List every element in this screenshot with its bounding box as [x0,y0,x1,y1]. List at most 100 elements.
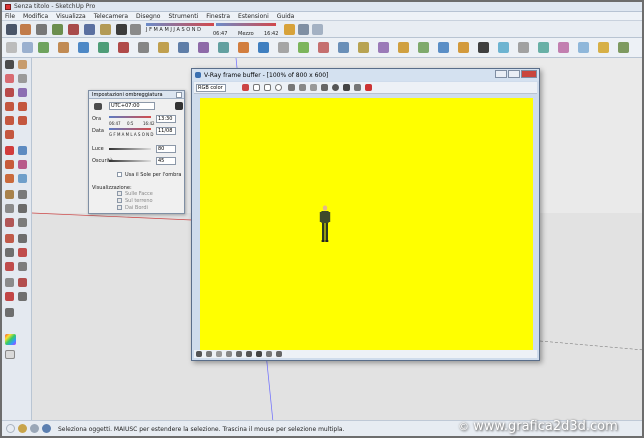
zoom-extents-icon[interactable] [5,262,14,271]
freehand-icon[interactable] [18,88,27,97]
vray-frame-buffer-icon[interactable] [578,42,589,53]
vray-sphere-icon[interactable] [518,42,529,53]
levels-icon[interactable] [216,351,222,357]
move-icon[interactable] [84,24,95,35]
zoom-window-icon[interactable] [18,248,27,257]
top-view-icon[interactable] [78,42,89,53]
pencil-icon[interactable] [36,24,47,35]
track-mouse-icon[interactable] [332,84,339,91]
light-input[interactable]: 80 [156,145,176,153]
pan-icon[interactable] [22,42,33,53]
section-icon[interactable] [298,24,309,35]
vray-material-icon[interactable] [558,42,569,53]
menu-estensioni[interactable]: Estensioni [238,13,269,20]
xray-icon[interactable] [178,42,189,53]
line-tool-icon[interactable] [5,88,14,97]
sandbox-icon[interactable] [5,308,14,317]
time-slider[interactable] [109,116,151,118]
vray-plane-icon[interactable] [538,42,549,53]
copy-image-icon[interactable] [321,84,328,91]
push-pull-tool-icon[interactable] [18,146,27,155]
rectangle-icon[interactable] [52,24,63,35]
wireframe-icon[interactable] [198,42,209,53]
camera-icon[interactable] [312,24,323,35]
make-component-icon[interactable] [18,60,27,69]
follow-me-icon[interactable] [18,160,27,169]
alpha-channel-icon[interactable] [275,84,282,91]
user-icon[interactable] [42,424,51,433]
menu-modifica[interactable]: Modifica [23,13,48,20]
clear-image-icon[interactable] [310,84,317,91]
exposure-icon[interactable] [256,351,262,357]
move-tool-icon[interactable] [5,146,14,155]
iso-icon[interactable] [58,42,69,53]
push-pull-icon[interactable] [68,24,79,35]
lut-icon[interactable] [226,351,232,357]
dark-input[interactable]: 45 [156,157,176,165]
3d-text-icon[interactable] [438,42,449,53]
red-channel-icon[interactable] [242,84,249,91]
menu-telecamera[interactable]: Telecamera [94,13,128,20]
faces-checkbox[interactable] [117,191,122,196]
back-view-icon[interactable] [138,42,149,53]
protractor-icon[interactable] [5,204,14,213]
vray-light-icon[interactable] [498,42,509,53]
zoom-tool-icon[interactable] [5,248,14,257]
polygon-tool-icon[interactable] [5,116,14,125]
histogram-icon[interactable] [236,351,242,357]
region-render-icon[interactable] [343,84,350,91]
component-icon[interactable] [298,42,309,53]
monochrome-icon[interactable] [278,42,289,53]
vray-proxy-icon[interactable] [618,42,629,53]
select-icon[interactable] [6,24,17,35]
maximize-button[interactable] [508,70,520,78]
rectangle-tool-icon[interactable] [5,102,14,111]
dark-slider[interactable] [109,160,151,162]
orbit-tool-icon[interactable] [5,234,14,243]
timezone-select[interactable]: UTC+07:00 [109,102,155,110]
front-view-icon[interactable] [98,42,109,53]
menu-disegno[interactable]: Disegno [136,13,160,20]
text-tool-icon[interactable] [18,204,27,213]
menu-guida[interactable]: Guida [277,13,295,20]
channel-select[interactable]: RGB color [196,84,226,92]
previous-view-icon[interactable] [18,262,27,271]
curve-icon[interactable] [246,351,252,357]
component-browser-icon[interactable] [5,350,15,359]
time-input[interactable]: 13:30 [156,115,176,123]
paint-icon[interactable] [338,42,349,53]
panel-expand-icon[interactable] [175,102,183,110]
pie-tool-icon[interactable] [5,130,14,139]
circle-tool-icon[interactable] [18,102,27,111]
date-slider[interactable] [109,128,151,130]
rotate-tool-icon[interactable] [5,160,14,169]
scale-tool-icon[interactable] [5,174,14,183]
arc-tool-icon[interactable] [18,116,27,125]
info-status-icon[interactable] [6,424,15,433]
white-balance-icon[interactable] [266,351,272,357]
axes-icon[interactable] [418,42,429,53]
edges-checkbox[interactable] [117,205,122,210]
3d-text-tool-icon[interactable] [18,218,27,227]
panel-close-button[interactable] [176,92,182,98]
minimize-button[interactable] [495,70,507,78]
paint-bucket-icon[interactable] [18,74,27,83]
group-icon[interactable] [318,42,329,53]
look-around-icon[interactable] [5,292,14,301]
walk-icon[interactable] [18,278,27,287]
section-plane-icon[interactable] [18,292,27,301]
color-corrections-icon[interactable] [276,351,282,357]
date-slider[interactable] [216,23,276,26]
eraser-icon[interactable] [20,24,31,35]
menu-finestra[interactable]: Finestra [206,13,230,20]
shaded-icon[interactable] [238,42,249,53]
pan-tool-icon[interactable] [18,234,27,243]
rotate-icon[interactable] [100,24,111,35]
vray-sun-icon[interactable] [598,42,609,53]
textured-icon[interactable] [258,42,269,53]
axes-tool-icon[interactable] [5,218,14,227]
left-view-icon[interactable] [158,42,169,53]
date-input[interactable]: 11/08 [156,127,176,135]
color-palette-icon[interactable] [5,334,16,345]
light-slider[interactable] [109,148,151,150]
